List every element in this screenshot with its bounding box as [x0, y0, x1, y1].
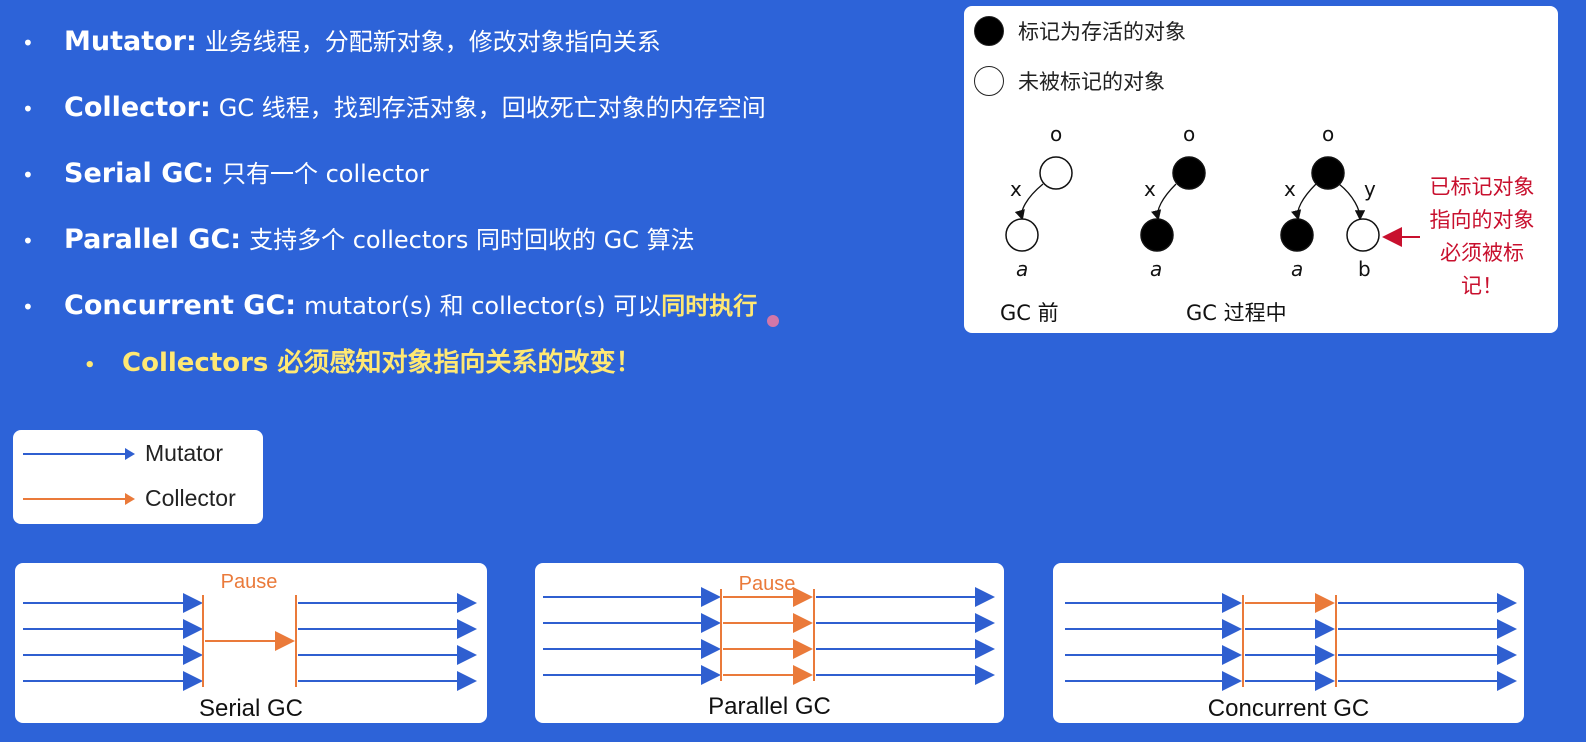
bullet-highlight: 同时执行 — [661, 292, 758, 320]
bullet-term: Parallel GC: — [64, 224, 242, 255]
bullet-text: GC 线程，找到存活对象，回收死亡对象的内存空间 — [218, 94, 766, 122]
bullet-term: Mutator: — [64, 26, 197, 57]
serial-gc-diagram: Pause Serial GC — [15, 563, 487, 723]
sub-bullet: • Collectors 必须感知对象指向关系的改变！ — [84, 342, 641, 379]
edge-x — [1291, 183, 1317, 221]
bullet-dot: • — [22, 163, 34, 187]
concurrent-gc-title: Concurrent GC — [1207, 695, 1370, 722]
node-b-unmarked — [1346, 218, 1380, 252]
bullet-parallel-gc: • Parallel GC: 支持多个 collectors 同时回收的 GC … — [22, 220, 695, 255]
node-label: a — [1150, 257, 1162, 281]
bullet-mutator: • Mutator: 业务线程，分配新对象，修改对象指向关系 — [22, 22, 661, 57]
bullet-dot: • — [22, 31, 34, 55]
parallel-gc-diagram: Pause Parallel GC — [535, 563, 1004, 723]
mutator-arrows-before — [23, 593, 203, 691]
bullet-dot: • — [22, 97, 34, 121]
node-label: b — [1358, 257, 1371, 281]
bullet-serial-gc: • Serial GC: 只有一个 collector — [22, 154, 429, 189]
node-a-marked — [1280, 218, 1314, 252]
mutator-arrows-before — [1065, 593, 1242, 691]
mutator-arrows-after — [816, 587, 995, 685]
bullet-dot: • — [22, 295, 34, 319]
node-label: o — [1322, 122, 1334, 146]
legend-mutator-row: Mutator — [23, 440, 223, 467]
node-label: o — [1050, 122, 1062, 146]
node-label: o — [1183, 122, 1195, 146]
collector-arrows — [723, 587, 813, 685]
mutator-arrows-after — [298, 593, 477, 691]
edge-x — [1014, 183, 1044, 221]
legend-collector-label: Collector — [145, 485, 236, 511]
orange-arrow-icon — [23, 492, 135, 505]
legend-collector-row: Collector — [23, 485, 236, 512]
bullet-term: Collector: — [64, 92, 211, 123]
bullet-text: 业务线程，分配新对象，修改对象指向关系 — [204, 28, 661, 56]
edge-y — [1338, 183, 1366, 221]
mutator-arrows-after — [1338, 593, 1517, 691]
edge-label: x — [1284, 177, 1296, 201]
node-o-unmarked — [1039, 156, 1073, 190]
node-label: a — [1016, 257, 1028, 281]
bullet-text: 只有一个 collector — [221, 160, 429, 188]
bullet-term: Concurrent GC: — [64, 290, 297, 321]
laser-pointer-dot — [767, 315, 779, 327]
arrow-legend-panel: Mutator Collector — [13, 430, 263, 524]
edge-label: x — [1010, 177, 1022, 201]
bullet-text: mutator(s) 和 collector(s) 可以 — [304, 292, 662, 320]
pause-label: Pause — [221, 571, 278, 593]
node-o-marked — [1311, 156, 1345, 190]
bullet-term: Serial GC: — [64, 158, 214, 189]
bullet-dot: • — [22, 229, 34, 253]
edge-x — [1151, 183, 1177, 221]
caption-during-gc: GC 过程中 — [1186, 301, 1287, 325]
sub-bullet-text: Collectors 必须感知对象指向关系的改变！ — [122, 348, 642, 378]
caption-before-gc: GC 前 — [1000, 301, 1059, 325]
marking-note: 已标记对象 指向的对象 必须被标 记！ — [1429, 175, 1535, 298]
bullet-text: 支持多个 collectors 同时回收的 GC 算法 — [249, 226, 695, 254]
serial-gc-title: Serial GC — [198, 695, 304, 722]
node-a-marked — [1140, 218, 1174, 252]
edge-label: x — [1144, 177, 1156, 201]
node-label: a — [1291, 257, 1303, 281]
node-o-marked — [1172, 156, 1206, 190]
legend-mutator-label: Mutator — [145, 440, 223, 466]
edge-label: y — [1364, 177, 1376, 201]
mutator-arrows-before — [543, 587, 721, 685]
mutator-arrows-during — [1245, 619, 1335, 691]
marking-legend-panel: 标记为存活的对象 未被标记的对象 o x a o x a o x y a b 已… — [964, 6, 1558, 333]
bullet-concurrent-gc: • Concurrent GC: mutator(s) 和 collector(… — [22, 286, 757, 321]
concurrent-gc-diagram: Concurrent GC — [1053, 563, 1524, 723]
blue-arrow-icon — [23, 447, 135, 460]
bullet-collector: • Collector: GC 线程，找到存活对象，回收死亡对象的内存空间 — [22, 88, 766, 123]
parallel-gc-title: Parallel GC — [708, 693, 831, 720]
bullet-dot: • — [84, 355, 96, 376]
node-a-unmarked — [1005, 218, 1039, 252]
pause-label: Pause — [739, 573, 796, 595]
